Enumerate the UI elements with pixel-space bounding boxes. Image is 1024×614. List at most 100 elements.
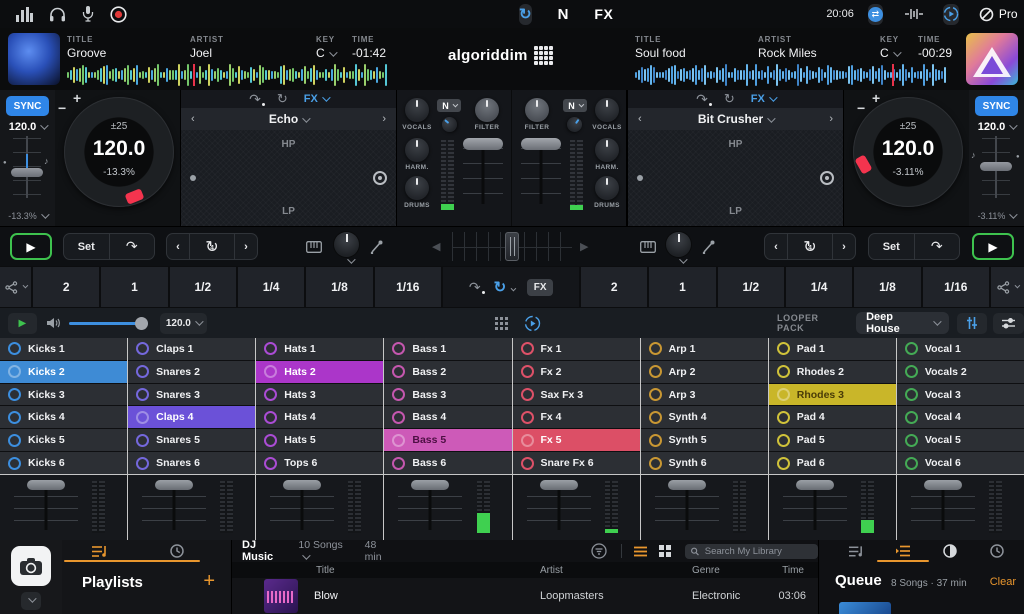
- deck1-fx-select[interactable]: FX: [304, 93, 328, 105]
- loop-toggle-button[interactable]: ↻4: [787, 234, 832, 259]
- deck1-sync-button[interactable]: SYNC: [6, 96, 49, 116]
- beat-division-cell[interactable]: 2: [33, 267, 99, 307]
- pro-menu[interactable]: Pro: [979, 7, 1024, 22]
- crossfader-assign-button[interactable]: [991, 267, 1024, 307]
- beat-division-cell[interactable]: 1/2: [170, 267, 236, 307]
- grid-view-icon[interactable]: [495, 317, 508, 330]
- sample-volume-fader[interactable]: [138, 480, 210, 536]
- library-source-title[interactable]: DJ Music: [242, 539, 288, 563]
- pad-cell[interactable]: Synth 4: [641, 406, 768, 428]
- record-icon[interactable]: [110, 6, 127, 23]
- pad-cell[interactable]: Hats 1: [256, 338, 383, 360]
- deck1-jog-wheel[interactable]: ±25 120.0 -13.3%: [64, 97, 174, 207]
- column-genre[interactable]: Genre: [692, 565, 720, 576]
- deck2-filter-knob[interactable]: [666, 232, 691, 257]
- deck2-fx-select[interactable]: FX: [751, 93, 775, 105]
- fader-handle[interactable]: [283, 480, 321, 490]
- fader-handle[interactable]: [796, 480, 834, 490]
- looper-play-button[interactable]: ▶: [8, 313, 37, 334]
- pad-cell[interactable]: Kicks 1: [0, 338, 127, 360]
- fx-toolbar-button[interactable]: FX: [594, 6, 613, 22]
- looper-volume-slider[interactable]: [69, 317, 148, 330]
- fx-prev-button[interactable]: ‹: [191, 113, 195, 125]
- pad-cell[interactable]: Snare Fx 6: [513, 452, 640, 474]
- sampler-icon[interactable]: [905, 8, 923, 20]
- drums-knob[interactable]: [595, 176, 619, 200]
- deck2-fx-name-select[interactable]: Bit Crusher: [698, 112, 773, 126]
- deck2-jog-wheel[interactable]: ±25 120.0 -3.11%: [853, 97, 963, 207]
- tab-history[interactable]: [990, 544, 1004, 558]
- pad-cell[interactable]: Kicks 3: [0, 384, 127, 406]
- pad-cell[interactable]: Snares 2: [128, 361, 255, 383]
- looper-mixer-button[interactable]: [957, 313, 988, 334]
- beat-division-cell[interactable]: 1/8: [854, 267, 920, 307]
- deck2-waveform[interactable]: [635, 64, 948, 86]
- fader-handle[interactable]: [668, 480, 706, 490]
- fx-next-button[interactable]: ›: [382, 113, 386, 125]
- volume-slider-handle[interactable]: [135, 317, 148, 330]
- filter-button[interactable]: [591, 543, 607, 559]
- deck2-bpm-select[interactable]: 120.0: [969, 121, 1024, 133]
- sample-volume-fader[interactable]: [266, 480, 338, 536]
- deck1-filter-knob[interactable]: [334, 232, 359, 257]
- tab-queue[interactable]: [896, 545, 910, 557]
- collapse-chevron-button[interactable]: [21, 592, 41, 610]
- column-title[interactable]: Title: [316, 565, 335, 576]
- pad-cell[interactable]: Vocal 5: [897, 429, 1024, 451]
- sample-volume-fader[interactable]: [907, 480, 979, 536]
- cue-jump-icon[interactable]: ↷: [469, 279, 481, 296]
- deck2-cue-jump-button[interactable]: ↷: [914, 234, 960, 259]
- pad-cell[interactable]: Bass 4: [384, 406, 511, 428]
- beat-skip-left-icon[interactable]: ◀: [432, 240, 440, 253]
- fx-prev-button[interactable]: ‹: [638, 113, 642, 125]
- deck2-tempo-slider[interactable]: [982, 136, 1010, 198]
- pad-cell[interactable]: Kicks 5: [0, 429, 127, 451]
- eq-mini-knob[interactable]: [564, 114, 585, 135]
- beat-division-cell[interactable]: 1/4: [786, 267, 852, 307]
- crossfader-assign-button[interactable]: [0, 267, 31, 307]
- loop-toggle-button[interactable]: ↻4: [189, 234, 234, 259]
- deck1-pitch-select[interactable]: -13.3%: [0, 211, 55, 221]
- fx-badge-button[interactable]: FX: [527, 279, 553, 296]
- loop-mode-button[interactable]: ↻: [519, 4, 532, 25]
- beat-division-cell[interactable]: 1/16: [375, 267, 441, 307]
- neural-mix-select[interactable]: N: [563, 99, 587, 112]
- pad-cell[interactable]: Fx 5: [513, 429, 640, 451]
- pad-cell[interactable]: Bass 6: [384, 452, 511, 474]
- song-count-select[interactable]: 10 Songs: [298, 539, 350, 563]
- crossfader-handle[interactable]: [505, 232, 519, 261]
- pad-cell[interactable]: Arp 2: [641, 361, 768, 383]
- deck1-set-cue-button[interactable]: Set: [64, 234, 109, 259]
- harmonics-knob[interactable]: [405, 138, 429, 162]
- deck1-fx-xy-pad[interactable]: HP LP: [181, 130, 396, 226]
- keyboard-icon[interactable]: [306, 241, 322, 253]
- pad-cell[interactable]: Bass 1: [384, 338, 511, 360]
- pad-cell[interactable]: Bass 5: [384, 429, 511, 451]
- loop-increase-button[interactable]: ›: [832, 234, 855, 259]
- crossfader[interactable]: [452, 232, 572, 261]
- pad-cell[interactable]: Snares 6: [128, 452, 255, 474]
- beat-division-cell[interactable]: 1/16: [923, 267, 989, 307]
- pad-cell[interactable]: Fx 1: [513, 338, 640, 360]
- view-grid-button[interactable]: [659, 545, 671, 557]
- deck2-sync-button[interactable]: SYNC: [975, 96, 1018, 116]
- deck2-fx-xy-pad[interactable]: HP LP: [628, 130, 843, 226]
- pad-cell[interactable]: Kicks 6: [0, 452, 127, 474]
- looper-settings-button[interactable]: [993, 313, 1024, 334]
- continuous-play-button[interactable]: [943, 4, 959, 25]
- loop-mode-button[interactable]: ↻: [494, 278, 515, 296]
- deck1-cue-jump-button[interactable]: ↷: [109, 234, 155, 259]
- plus-button[interactable]: +: [73, 90, 81, 106]
- pad-cell[interactable]: Sax Fx 3: [513, 384, 640, 406]
- deck1-waveform[interactable]: [67, 64, 390, 86]
- channel1-volume-fader[interactable]: [461, 138, 505, 208]
- column-time[interactable]: Time: [782, 565, 804, 576]
- eq-mini-knob[interactable]: [439, 114, 460, 135]
- pad-cell[interactable]: Bass 3: [384, 384, 511, 406]
- sample-volume-fader[interactable]: [779, 480, 851, 536]
- beat-division-cell[interactable]: 1/2: [718, 267, 784, 307]
- headphones-icon[interactable]: [49, 7, 66, 22]
- pad-cell[interactable]: Pad 6: [769, 452, 896, 474]
- deck1-play-button[interactable]: ▶: [10, 233, 52, 260]
- pad-cell[interactable]: Vocal 1: [897, 338, 1024, 360]
